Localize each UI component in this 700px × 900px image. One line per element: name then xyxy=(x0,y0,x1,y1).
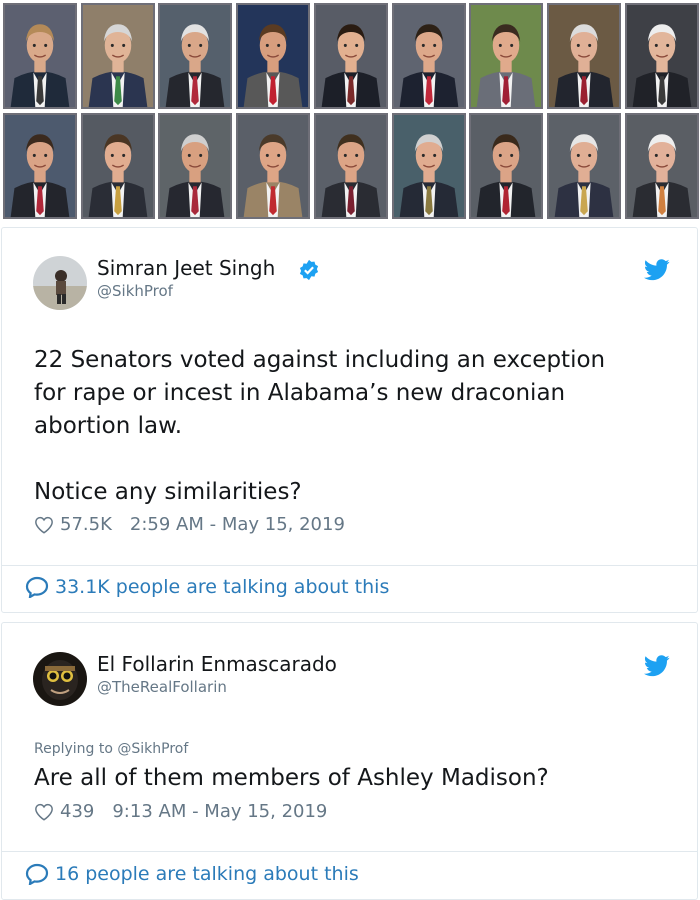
conversation-link[interactable]: 16 people are talking about this xyxy=(25,863,359,885)
senator-portrait xyxy=(546,113,621,219)
senator-photo-grid xyxy=(0,0,700,226)
conversation-count[interactable]: 33.1K people are talking about this xyxy=(55,576,389,598)
conversation-link[interactable]: 33.1K people are talking about this xyxy=(25,576,389,598)
senator-portrait xyxy=(313,113,388,219)
author-name[interactable]: El Follarin Enmascarado xyxy=(97,652,337,676)
twitter-bird-icon[interactable] xyxy=(644,655,670,677)
senator-portrait xyxy=(624,113,699,219)
verified-badge-icon xyxy=(299,259,319,281)
tweet-card-1[interactable]: Simran Jeet Singh @SikhProf 22 Senators … xyxy=(1,227,698,613)
senator-portrait xyxy=(3,113,77,219)
senator-portrait xyxy=(469,3,544,109)
senator-portrait xyxy=(158,113,233,219)
senator-portrait xyxy=(313,3,388,109)
like-count: 57.5K xyxy=(60,514,112,535)
author-name[interactable]: Simran Jeet Singh xyxy=(97,256,275,280)
senator-portrait xyxy=(236,113,311,219)
like-count: 439 xyxy=(60,801,95,822)
tweet-text: 22 Senators voted against including an e… xyxy=(34,347,606,505)
speech-bubble-icon xyxy=(25,576,49,598)
senator-portrait xyxy=(3,3,77,109)
senator-portrait xyxy=(80,113,155,219)
senator-portrait xyxy=(391,113,466,219)
tweet-text: Are all of them members of Ashley Madiso… xyxy=(34,765,549,791)
tweet-card-2[interactable]: El Follarin Enmascarado @TheRealFollarin… xyxy=(1,622,698,900)
divider xyxy=(2,565,697,566)
tweet-meta: 439 9:13 AM - May 15, 2019 xyxy=(34,801,327,822)
conversation-count[interactable]: 16 people are talking about this xyxy=(55,863,359,885)
replying-to[interactable]: Replying to @SikhProf xyxy=(34,741,188,757)
heart-icon[interactable] xyxy=(34,516,54,534)
tweet-timestamp[interactable]: 2:59 AM - May 15, 2019 xyxy=(130,514,345,535)
senator-portrait xyxy=(236,3,311,109)
author-avatar[interactable] xyxy=(33,652,87,706)
senator-portrait xyxy=(158,3,233,109)
senator-portrait xyxy=(469,113,544,219)
speech-bubble-icon xyxy=(25,863,49,885)
senator-portrait xyxy=(624,3,699,109)
senator-portrait xyxy=(546,3,621,109)
author-handle[interactable]: @SikhProf xyxy=(97,282,173,300)
tweet-timestamp[interactable]: 9:13 AM - May 15, 2019 xyxy=(112,801,327,822)
heart-icon[interactable] xyxy=(34,803,54,821)
senator-portrait xyxy=(391,3,466,109)
twitter-bird-icon[interactable] xyxy=(644,259,670,281)
divider xyxy=(2,851,697,852)
senator-portrait xyxy=(80,3,155,109)
author-handle[interactable]: @TheRealFollarin xyxy=(97,678,227,696)
author-avatar[interactable] xyxy=(33,256,87,310)
tweet-meta: 57.5K 2:59 AM - May 15, 2019 xyxy=(34,514,345,535)
